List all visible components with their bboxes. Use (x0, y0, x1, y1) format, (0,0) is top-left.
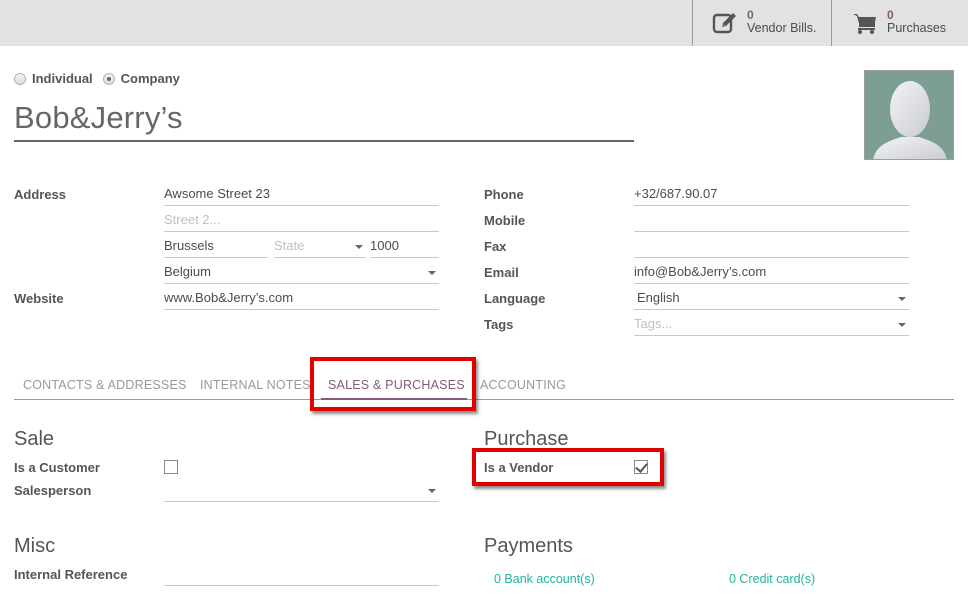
radio-label: Company (120, 71, 180, 86)
state-placeholder: State (274, 238, 305, 253)
tab-contacts-addresses[interactable]: CONTACTS & ADDRESSES (23, 378, 187, 392)
radio-individual[interactable]: Individual (14, 71, 93, 86)
phone-field[interactable]: +32/687.90.07 (634, 184, 909, 206)
caret-down-icon (898, 297, 906, 301)
credit-cards-link[interactable]: 0 Credit card(s) (729, 572, 815, 586)
partner-avatar[interactable] (864, 70, 954, 160)
active-tab-indicator (321, 398, 467, 400)
tags-label: Tags (484, 317, 514, 332)
phone-label: Phone (484, 187, 524, 202)
caret-down-icon (428, 489, 436, 493)
website-field[interactable]: www.Bob&Jerry’s.com (164, 288, 439, 310)
city-field[interactable]: Brussels (164, 236, 268, 258)
pencil-square-icon (712, 13, 736, 34)
tags-placeholder: Tags... (634, 316, 673, 331)
tab-accounting[interactable]: ACCOUNTING (480, 378, 566, 392)
tags-select[interactable]: Tags... (634, 314, 909, 336)
street-field[interactable]: Awsome Street 23 (164, 184, 439, 206)
salesperson-label: Salesperson (14, 483, 92, 498)
internal-reference-field[interactable] (164, 564, 439, 586)
is-vendor-checkbox[interactable] (634, 460, 648, 474)
language-value: English (637, 290, 680, 305)
payments-section-title: Payments (484, 535, 573, 557)
internal-reference-label: Internal Reference (14, 567, 128, 582)
language-select[interactable]: English (634, 288, 909, 310)
radio-button[interactable] (14, 72, 26, 85)
country-value: Belgium (164, 264, 211, 279)
partner-name-field[interactable]: Bob&Jerry’s (14, 98, 634, 142)
misc-section-title: Misc (14, 535, 56, 557)
radio-label: Individual (32, 71, 93, 86)
shopping-cart-icon (853, 14, 876, 34)
fax-label: Fax (484, 239, 507, 254)
button-box: 0 Vendor Bills. 0 Purchases (0, 0, 968, 46)
is-vendor-label: Is a Vendor (484, 460, 554, 475)
fax-field[interactable] (634, 236, 909, 258)
radio-company[interactable]: Company (102, 71, 180, 86)
street2-field[interactable]: Street 2... (164, 210, 439, 232)
address-label: Address (14, 187, 67, 202)
vendor-bills-label: Vendor Bills. (747, 21, 817, 35)
website-label: Website (14, 291, 64, 306)
is-customer-checkbox[interactable] (164, 460, 178, 474)
bank-accounts-link[interactable]: 0 Bank account(s) (494, 572, 595, 586)
sale-section-title: Sale (14, 428, 55, 450)
email-field[interactable]: info@Bob&Jerry’s.com (634, 262, 909, 284)
caret-down-icon (898, 323, 906, 327)
zip-field[interactable]: 1000 (370, 236, 439, 258)
person-placeholder-icon (873, 81, 947, 159)
caret-down-icon (428, 271, 436, 275)
vendor-bills-button[interactable]: 0 Vendor Bills. (692, 0, 831, 46)
mobile-field[interactable] (634, 210, 909, 232)
tab-sales-purchases[interactable]: SALES & PURCHASES (328, 378, 465, 392)
state-select[interactable]: State (274, 236, 366, 258)
purchase-section-title: Purchase (484, 428, 569, 450)
salesperson-select[interactable] (164, 480, 439, 502)
tab-internal-notes[interactable]: INTERNAL NOTES (200, 378, 311, 392)
country-select[interactable]: Belgium (164, 262, 439, 284)
email-label: Email (484, 265, 519, 280)
is-customer-label: Is a Customer (14, 460, 100, 475)
radio-button[interactable] (102, 72, 115, 85)
purchases-label: Purchases (887, 21, 947, 35)
notebook-tabs: CONTACTS & ADDRESSES INTERNAL NOTES SALE… (14, 370, 954, 400)
caret-down-icon (355, 245, 363, 249)
purchases-button[interactable]: 0 Purchases (831, 0, 968, 46)
partner-type-radio-group: Individual Company (14, 71, 190, 86)
language-label: Language (484, 291, 546, 306)
mobile-label: Mobile (484, 213, 526, 228)
